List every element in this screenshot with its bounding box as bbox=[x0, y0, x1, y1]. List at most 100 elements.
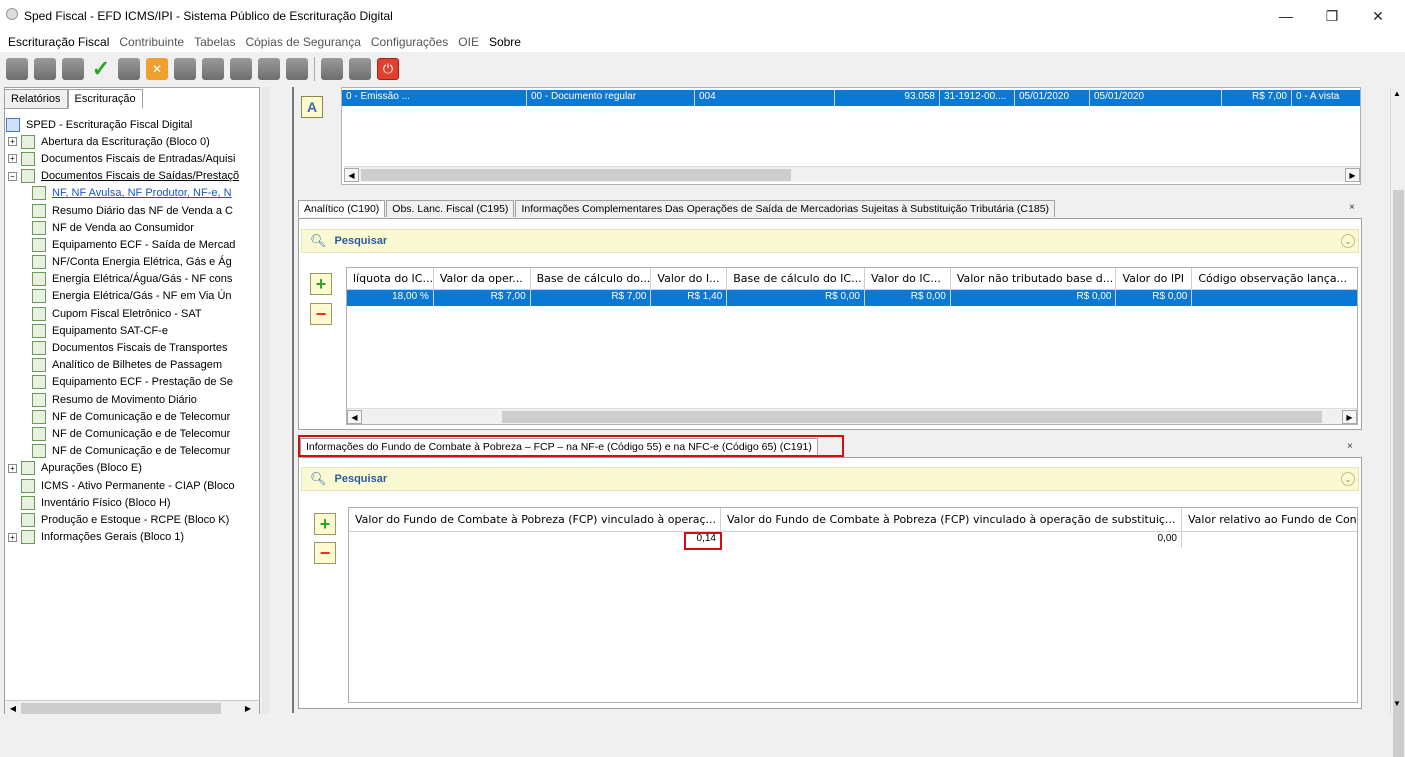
lock-icon[interactable] bbox=[118, 58, 140, 80]
maximize-button[interactable]: ❐ bbox=[1309, 0, 1355, 32]
column-valor-operacao[interactable]: Valor da oper... bbox=[434, 268, 531, 289]
fcp-search-bar[interactable]: 🔍︎ Pesquisar bbox=[301, 467, 1359, 491]
delete-x-icon[interactable]: ✕ bbox=[146, 58, 168, 80]
collapse-search-icon[interactable]: ⌄ bbox=[1341, 234, 1355, 248]
tree-item[interactable]: Energia Elétrica/Gás - NF em Via Ún bbox=[6, 288, 258, 305]
tree-item[interactable]: NF, NF Avulsa, NF Produtor, NF-e, N bbox=[6, 185, 258, 202]
new-file-icon[interactable] bbox=[6, 58, 28, 80]
open-arrow-icon[interactable] bbox=[34, 58, 56, 80]
menu-contribuinte[interactable]: Contribuinte bbox=[119, 35, 184, 49]
signature-alt-icon[interactable] bbox=[202, 58, 224, 80]
add-row-button[interactable]: + bbox=[310, 273, 332, 295]
collapse-search-icon[interactable]: ⌄ bbox=[1341, 472, 1355, 486]
tree-item[interactable]: Inventário Físico (Bloco H) bbox=[6, 494, 258, 511]
scroll-thumb[interactable] bbox=[361, 169, 791, 181]
tree-item[interactable]: ICMS - Ativo Permanente - CIAP (Bloco bbox=[6, 477, 258, 494]
scroll-thumb[interactable] bbox=[502, 411, 1322, 423]
scroll-thumb[interactable] bbox=[1393, 190, 1404, 757]
expander-icon[interactable]: + bbox=[8, 532, 17, 542]
tab-info-complementares-c185[interactable]: Informações Complementares Das Operações… bbox=[515, 200, 1056, 217]
tree-horizontal-scrollbar[interactable]: ◀ ▶ bbox=[5, 700, 259, 715]
menu-sobre[interactable]: Sobre bbox=[489, 35, 521, 49]
tab-analitico-c190[interactable]: Analítico (C190) bbox=[298, 200, 386, 217]
tree-item[interactable]: SPED - Escrituração Fiscal Digital bbox=[6, 116, 258, 133]
tree-item[interactable]: − Documentos Fiscais de Saídas/Prestaçõ bbox=[6, 168, 258, 185]
scroll-left-arrow-icon[interactable]: ◀ bbox=[347, 410, 362, 424]
tree-item[interactable]: Resumo Diário das NF de Venda a C bbox=[6, 202, 258, 219]
tree-item[interactable]: Energia Elétrica/Água/Gás - NF cons bbox=[6, 271, 258, 288]
tree-item[interactable]: Analítico de Bilhetes de Passagem bbox=[6, 357, 258, 374]
a-button[interactable]: A bbox=[301, 96, 323, 118]
tree-item[interactable]: NF de Comunicação e de Telecomur bbox=[6, 425, 258, 442]
scroll-left-arrow-icon[interactable]: ◀ bbox=[344, 168, 359, 182]
globe-icon[interactable] bbox=[230, 58, 252, 80]
tree-item[interactable]: + Abertura da Escrituração (Bloco 0) bbox=[6, 133, 258, 150]
scroll-up-arrow-icon[interactable]: ▲ bbox=[1393, 89, 1401, 98]
column-valor-icms-st[interactable]: Valor do IC... bbox=[865, 268, 951, 289]
tree-item[interactable]: + Informações Gerais (Bloco 1) bbox=[6, 529, 258, 546]
menu-configuracoes[interactable]: Configurações bbox=[371, 35, 448, 49]
scroll-right-arrow-icon[interactable]: ▶ bbox=[1345, 168, 1360, 182]
tree-item[interactable]: Equipamento ECF - Prestação de Se bbox=[6, 374, 258, 391]
close-button[interactable]: ✕ bbox=[1355, 0, 1401, 32]
expander-icon[interactable]: + bbox=[8, 137, 17, 147]
column-valor-nao-tributado[interactable]: Valor não tributado base d... bbox=[951, 268, 1117, 289]
close-fcp-icon[interactable]: × bbox=[1347, 441, 1353, 452]
folder-icon[interactable] bbox=[62, 58, 84, 80]
save-icon[interactable] bbox=[321, 58, 343, 80]
analitico-row-selected[interactable]: 18,00 % R$ 7,00 R$ 7,00 R$ 1,40 R$ 0,00 … bbox=[347, 290, 1357, 306]
scroll-down-arrow-icon[interactable]: ▼ bbox=[1393, 699, 1401, 708]
vertical-scrollbar[interactable]: ▲ ▼ bbox=[1390, 87, 1405, 757]
column-valor-fundo[interactable]: Valor relativo ao Fundo de Con bbox=[1182, 508, 1357, 531]
scroll-thumb[interactable] bbox=[21, 703, 221, 714]
tree-item[interactable]: Documentos Fiscais de Transportes bbox=[6, 339, 258, 356]
panel-splitter[interactable] bbox=[262, 87, 270, 714]
analitico-search-bar[interactable]: 🔍︎ Pesquisar bbox=[301, 229, 1359, 253]
tree-item[interactable]: NF de Comunicação e de Telecomur bbox=[6, 408, 258, 425]
menu-oie[interactable]: OIE bbox=[458, 35, 479, 49]
expander-icon[interactable]: + bbox=[8, 154, 17, 164]
expander-icon[interactable]: + bbox=[8, 463, 17, 473]
tab-obs-lanc-fiscal-c195[interactable]: Obs. Lanc. Fiscal (C195) bbox=[386, 200, 515, 217]
add-row-button[interactable]: + bbox=[314, 513, 336, 535]
tab-escrituracao[interactable]: Escrituração bbox=[67, 89, 143, 109]
column-valor-ipi[interactable]: Valor do IPI bbox=[1116, 268, 1193, 289]
tree-item[interactable]: Cupom Fiscal Eletrônico - SAT bbox=[6, 305, 258, 322]
column-aliquota[interactable]: líquota do IC... bbox=[347, 268, 434, 289]
remove-row-button[interactable]: − bbox=[314, 542, 336, 564]
column-codigo-observacao[interactable]: Código observação lança... bbox=[1192, 268, 1357, 289]
menu-tabelas[interactable]: Tabelas bbox=[194, 35, 235, 49]
documents-horizontal-scrollbar[interactable]: ◀ ▶ bbox=[344, 166, 1360, 182]
tree-item[interactable]: Equipamento SAT-CF-e bbox=[6, 322, 258, 339]
tree-item[interactable]: NF de Venda ao Consumidor bbox=[6, 219, 258, 236]
tree-item[interactable]: + Documentos Fiscais de Entradas/Aquisi bbox=[6, 150, 258, 167]
column-base-calculo-st[interactable]: Base de cálculo do IC... bbox=[727, 268, 865, 289]
column-valor-icms[interactable]: Valor do I... bbox=[651, 268, 728, 289]
menu-escrituracao-fiscal[interactable]: Escrituração Fiscal bbox=[8, 35, 109, 49]
shield-icon[interactable] bbox=[286, 58, 308, 80]
tree-item[interactable]: NF/Conta Energia Elétrica, Gás e Ág bbox=[6, 254, 258, 271]
email-icon[interactable] bbox=[258, 58, 280, 80]
scroll-right-arrow-icon[interactable]: ▶ bbox=[1342, 410, 1357, 424]
scroll-right-arrow-icon[interactable]: ▶ bbox=[241, 702, 255, 715]
validate-check-icon[interactable]: ✓ bbox=[90, 56, 112, 81]
minimize-button[interactable]: — bbox=[1263, 0, 1309, 32]
close-analitico-icon[interactable]: × bbox=[1349, 202, 1355, 213]
column-valor-fcp-operacao[interactable]: Valor do Fundo de Combate à Pobreza (FCP… bbox=[349, 508, 721, 531]
save-as-icon[interactable] bbox=[349, 58, 371, 80]
tree-item[interactable]: Equipamento ECF - Saída de Mercad bbox=[6, 236, 258, 253]
remove-row-button[interactable]: − bbox=[310, 303, 332, 325]
power-off-icon[interactable]: ⏻ bbox=[377, 58, 399, 80]
menu-copias-seguranca[interactable]: Cópias de Segurança bbox=[245, 35, 360, 49]
signature-icon[interactable] bbox=[174, 58, 196, 80]
scroll-left-arrow-icon[interactable]: ◀ bbox=[6, 702, 20, 715]
column-valor-fcp-substituicao[interactable]: Valor do Fundo de Combate à Pobreza (FCP… bbox=[721, 508, 1182, 531]
tree-item[interactable]: NF de Comunicação e de Telecomur bbox=[6, 443, 258, 460]
tree-item[interactable]: + Apurações (Bloco E) bbox=[6, 460, 258, 477]
analitico-horizontal-scrollbar[interactable]: ◀ ▶ bbox=[347, 408, 1357, 424]
tree-item[interactable]: Resumo de Movimento Diário bbox=[6, 391, 258, 408]
fcp-row[interactable]: 0,14 0,00 bbox=[349, 532, 1357, 548]
tree-item[interactable]: Produção e Estoque - RCPE (Bloco K) bbox=[6, 511, 258, 528]
tab-relatorios[interactable]: Relatórios bbox=[4, 89, 68, 109]
document-row-selected[interactable]: 0 - Emissão ... 00 - Documento regular 0… bbox=[342, 90, 1360, 106]
